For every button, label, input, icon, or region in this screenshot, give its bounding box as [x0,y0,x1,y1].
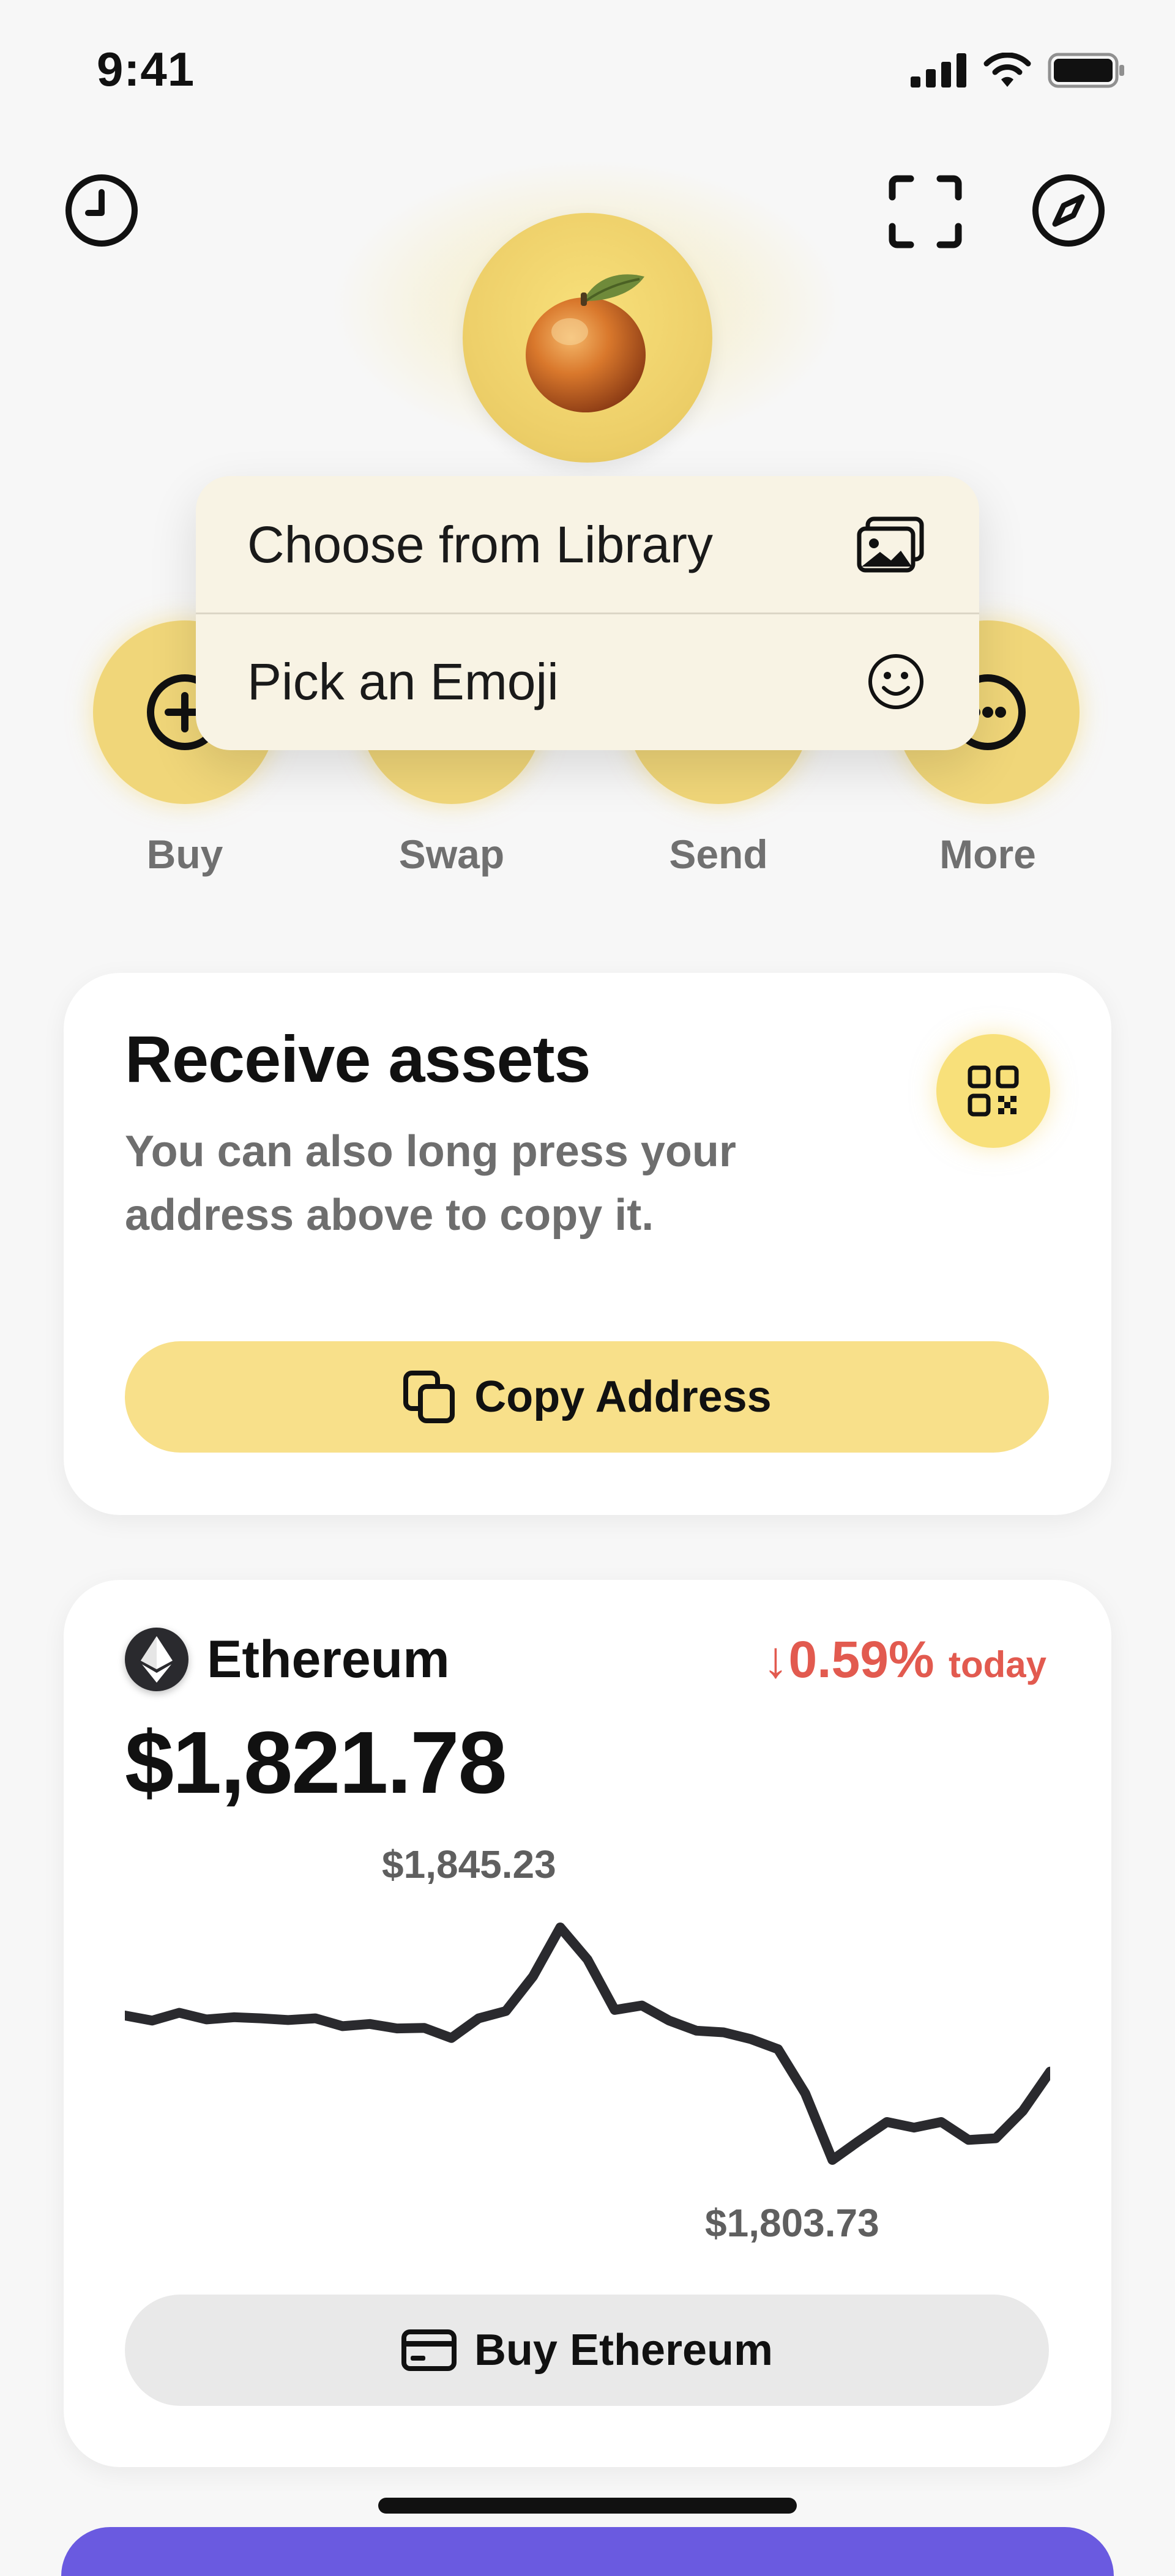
battery-icon [1048,53,1124,88]
buy-ethereum-label: Buy Ethereum [474,2326,774,2375]
asset-price: $1,821.78 [125,1713,507,1812]
receive-subtitle: You can also long press your address abo… [125,1127,736,1240]
avatar-context-menu: Choose from Library Pick an Emoji [196,476,979,750]
buy-label: Buy [146,832,223,877]
compass-icon[interactable] [1029,171,1108,250]
wifi-icon [983,53,1031,87]
menu-item-choose-from-library[interactable]: Choose from Library [196,476,979,613]
home-indicator [378,2498,797,2514]
menu-item-label: Choose from Library [247,515,713,573]
qr-code-button[interactable] [936,1034,1050,1148]
clock-icon[interactable] [62,171,141,250]
price-change-value: 0.59% [788,1631,934,1688]
price-line [125,1923,1050,2165]
qr-code-icon [968,1065,1019,1117]
more-label: More [939,832,1036,877]
send-label: Send [669,832,768,877]
status-time: 9:41 [97,42,195,96]
arrow-down-icon: ↓ [763,1631,789,1688]
avatar[interactable] [463,213,712,463]
copy-icon [403,1371,455,1423]
swap-label: Swap [398,832,505,877]
chart-low-label: $1,803.73 [705,2201,879,2245]
credit-card-icon [401,2329,457,2371]
copy-address-label: Copy Address [474,1372,772,1421]
next-card-peek [61,2527,1114,2576]
receive-title: Receive assets [125,1022,591,1096]
ethereum-logo-icon [125,1628,188,1691]
photos-icon [857,516,924,573]
scan-icon[interactable] [886,173,964,251]
chart-high-label: $1,845.23 [382,1842,556,1886]
smiley-icon [868,654,923,709]
price-change: ↓0.59% today [763,1628,1046,1697]
copy-address-button[interactable]: Copy Address [125,1341,1049,1453]
signal-icon [911,53,966,87]
price-chart [125,1923,1050,2165]
orange-emoji [526,274,646,412]
status-icons [911,53,1126,88]
asset-name: Ethereum [207,1630,450,1689]
price-change-period: today [948,1644,1046,1685]
menu-item-label: Pick an Emoji [247,652,559,710]
menu-item-pick-an-emoji[interactable]: Pick an Emoji [196,613,979,750]
buy-ethereum-button[interactable]: Buy Ethereum [125,2295,1049,2406]
